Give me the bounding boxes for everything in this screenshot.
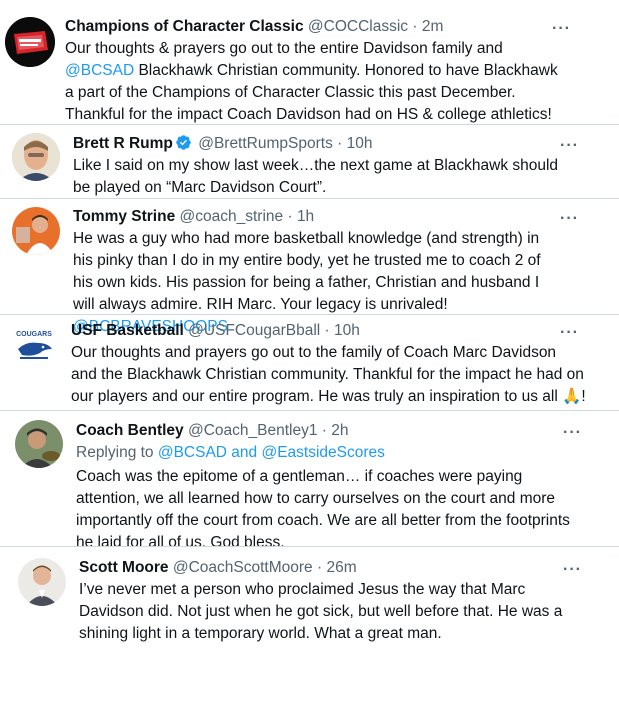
profile-photo-icon	[12, 133, 60, 181]
user-handle[interactable]: @coach_strine	[180, 208, 284, 225]
praying-hands-emoji: 🙏	[562, 388, 582, 405]
tweet-header: Brett R Rump @BrettRumpSports · 10h	[73, 134, 373, 157]
avatar[interactable]	[5, 17, 55, 67]
display-name[interactable]: Brett R Rump	[73, 135, 173, 152]
display-name[interactable]: USF Basketball	[71, 322, 184, 339]
avatar[interactable]	[12, 207, 60, 255]
display-name[interactable]: Tommy Strine	[73, 208, 175, 225]
tweet[interactable]: COUGARS USF Basketball @USFCougarBball ·…	[0, 315, 619, 410]
more-options-button[interactable]: ···	[552, 21, 571, 37]
tweet-header: USF Basketball @USFCougarBball · 10h	[71, 321, 360, 341]
tweet-header: Champions of Character Classic @COCClass…	[65, 17, 443, 37]
display-name[interactable]: Scott Moore	[79, 559, 169, 576]
separator-dot: ·	[337, 135, 343, 152]
user-handle[interactable]: @COCClassic	[308, 18, 408, 35]
classic-logo-icon	[5, 17, 55, 67]
tweet[interactable]: Scott Moore @CoachScottMoore · 26m ··· I…	[0, 547, 619, 657]
avatar[interactable]: COUGARS	[10, 323, 58, 371]
tweet[interactable]: Tommy Strine @coach_strine · 1h ··· He w…	[0, 199, 619, 335]
profile-photo-icon	[18, 558, 66, 606]
replying-to-and: and	[227, 444, 262, 461]
tweet-text-part: !	[581, 388, 586, 405]
tweet[interactable]: Coach Bentley @Coach_Bentley1 · 2h ··· R…	[0, 411, 619, 551]
more-options-button[interactable]: ···	[560, 138, 579, 154]
timestamp[interactable]: 26m	[326, 559, 356, 576]
avatar[interactable]	[18, 558, 66, 606]
more-options-button[interactable]: ···	[560, 325, 579, 341]
separator-dot: ·	[412, 18, 418, 35]
avatar[interactable]	[15, 420, 63, 468]
tweet-header: Tommy Strine @coach_strine · 1h	[73, 207, 314, 227]
more-options-button[interactable]: ···	[563, 425, 582, 441]
display-name[interactable]: Champions of Character Classic	[65, 18, 304, 35]
timestamp[interactable]: 2h	[331, 422, 348, 439]
user-handle[interactable]: @Coach_Bentley1	[188, 422, 317, 439]
cougar-logo-icon: COUGARS	[10, 323, 58, 371]
tweet-text: I’ve never met a person who proclaimed J…	[79, 581, 563, 642]
tweet-text: Our thoughts & prayers go out to the ent…	[65, 38, 565, 126]
timestamp[interactable]: 10h	[334, 322, 360, 339]
tweet-text-part: Our thoughts and prayers go out to the f…	[71, 344, 584, 405]
tweet-text-part: Our thoughts & prayers go out to the ent…	[65, 40, 503, 57]
tweet-text: Our thoughts and prayers go out to the f…	[71, 342, 586, 408]
user-handle[interactable]: @CoachScottMoore	[173, 559, 313, 576]
more-options-button[interactable]: ···	[563, 562, 582, 578]
more-options-button[interactable]: ···	[560, 211, 579, 227]
mention-link[interactable]: @BCSAD	[158, 444, 227, 461]
timestamp[interactable]: 10h	[347, 135, 373, 152]
verified-badge-icon	[175, 134, 192, 157]
tweet[interactable]: Champions of Character Classic @COCClass…	[0, 0, 619, 123]
separator-dot: ·	[316, 559, 323, 576]
replying-to: Replying to @BCSAD and @EastsideScores	[76, 443, 385, 463]
separator-dot: ·	[287, 208, 293, 225]
user-handle[interactable]: @BrettRumpSports	[198, 135, 333, 152]
tweet-text: Coach was the epitome of a gentleman… if…	[76, 468, 570, 551]
timestamp[interactable]: 2m	[422, 18, 444, 35]
tweet-header: Scott Moore @CoachScottMoore · 26m	[79, 558, 357, 578]
avatar[interactable]	[12, 133, 60, 181]
profile-photo-icon	[15, 420, 63, 468]
replying-to-label: Replying to	[76, 444, 158, 461]
tweet-text: Like I said on my show last week…the nex…	[73, 157, 559, 196]
mention-link[interactable]: @EastsideScores	[261, 444, 384, 461]
tweet-text-part: He was a guy who had more basketball kno…	[73, 230, 541, 313]
display-name[interactable]: Coach Bentley	[76, 422, 184, 439]
profile-photo-icon	[12, 207, 60, 255]
svg-text:COUGARS: COUGARS	[16, 331, 52, 338]
user-handle[interactable]: @USFCougarBball	[188, 322, 320, 339]
separator-dot: ·	[321, 422, 327, 439]
tweet[interactable]: Brett R Rump @BrettRumpSports · 10h ··· …	[0, 125, 619, 196]
separator-dot: ·	[324, 322, 330, 339]
timestamp[interactable]: 1h	[297, 208, 314, 225]
tweet-text-part: Blackhawk Christian community. Honored t…	[65, 62, 558, 123]
mention-link[interactable]: @BCSAD	[65, 62, 134, 79]
tweet-header: Coach Bentley @Coach_Bentley1 · 2h	[76, 421, 349, 441]
